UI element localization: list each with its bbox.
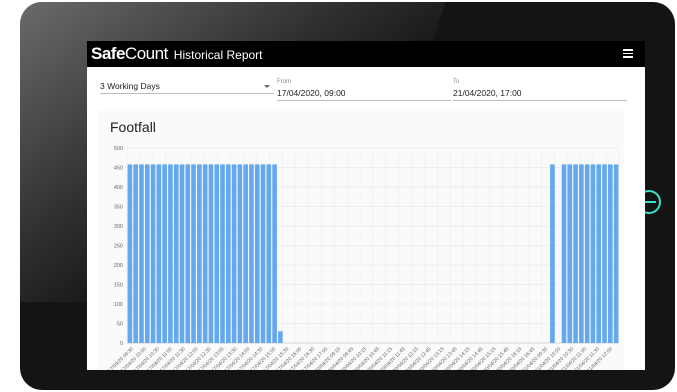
bar (596, 164, 602, 343)
y-tick-label: 150 (114, 283, 123, 289)
bar (579, 164, 584, 343)
bar (173, 164, 179, 343)
from-value: 17/04/2020, 09:00 (277, 87, 451, 101)
hamburger-menu-icon[interactable] (623, 49, 633, 58)
bar (278, 331, 283, 343)
y-tick-label: 200 (114, 263, 123, 269)
bar (150, 164, 156, 343)
bar (133, 164, 138, 343)
period-select[interactable]: 3 Working Days (100, 80, 274, 94)
bar (249, 164, 254, 343)
bar (197, 164, 202, 343)
period-value: 3 Working Days (100, 81, 160, 91)
caret-down-icon (264, 85, 270, 88)
bar (185, 164, 191, 343)
bar (220, 164, 225, 343)
bar (168, 164, 173, 343)
y-tick-label: 400 (114, 185, 123, 191)
y-tick-label: 300 (114, 224, 123, 230)
bar (162, 164, 167, 343)
from-label: From (277, 79, 291, 85)
bar (608, 164, 613, 343)
bar (191, 164, 196, 343)
bar (602, 164, 607, 343)
bar (179, 164, 185, 343)
bar (243, 164, 248, 343)
bar (139, 164, 144, 343)
bar (225, 164, 231, 343)
bar (202, 164, 208, 343)
y-tick-label: 50 (117, 322, 123, 328)
bar (613, 164, 619, 343)
y-tick-label: 350 (114, 205, 123, 211)
bar (127, 164, 133, 343)
app-header: SafeCount Historical Report (87, 41, 645, 67)
bar (156, 164, 162, 343)
brand-logo: SafeCount (91, 44, 168, 63)
bar (266, 164, 272, 343)
y-tick-label: 100 (114, 302, 123, 308)
to-value: 21/04/2020, 17:00 (453, 87, 627, 101)
footfall-chart: 05010015020025030035040045050017/04/20 0… (107, 146, 620, 370)
to-date-field[interactable]: To 21/04/2020, 17:00 (453, 79, 627, 101)
from-date-field[interactable]: From 17/04/2020, 09:00 (277, 79, 451, 101)
tablet-frame: SafeCount Historical Report 3 Working Da… (20, 2, 675, 390)
report-filters: 3 Working Days From 17/04/2020, 09:00 To… (87, 67, 645, 109)
bar (590, 164, 596, 343)
bar (237, 164, 243, 343)
bar (214, 164, 220, 343)
bar (567, 164, 573, 343)
app-screen: SafeCount Historical Report 3 Working Da… (87, 41, 645, 370)
y-tick-label: 500 (114, 146, 123, 152)
y-tick-label: 0 (120, 341, 123, 347)
bar (272, 164, 277, 343)
footfall-card: Footfall 0 50 100 150 200 250 300 350 400 450 500 1… (97, 111, 624, 370)
bar (208, 164, 214, 343)
bar (584, 164, 590, 343)
bar (550, 164, 555, 343)
to-label: To (453, 79, 460, 85)
bar (231, 164, 237, 343)
bar (561, 164, 567, 343)
bar (573, 164, 578, 343)
y-tick-label: 450 (114, 166, 123, 172)
bar (254, 164, 260, 343)
y-tick-label: 250 (114, 244, 123, 250)
bar (260, 164, 266, 343)
page-title: Historical Report (173, 48, 263, 62)
bar (144, 164, 150, 343)
